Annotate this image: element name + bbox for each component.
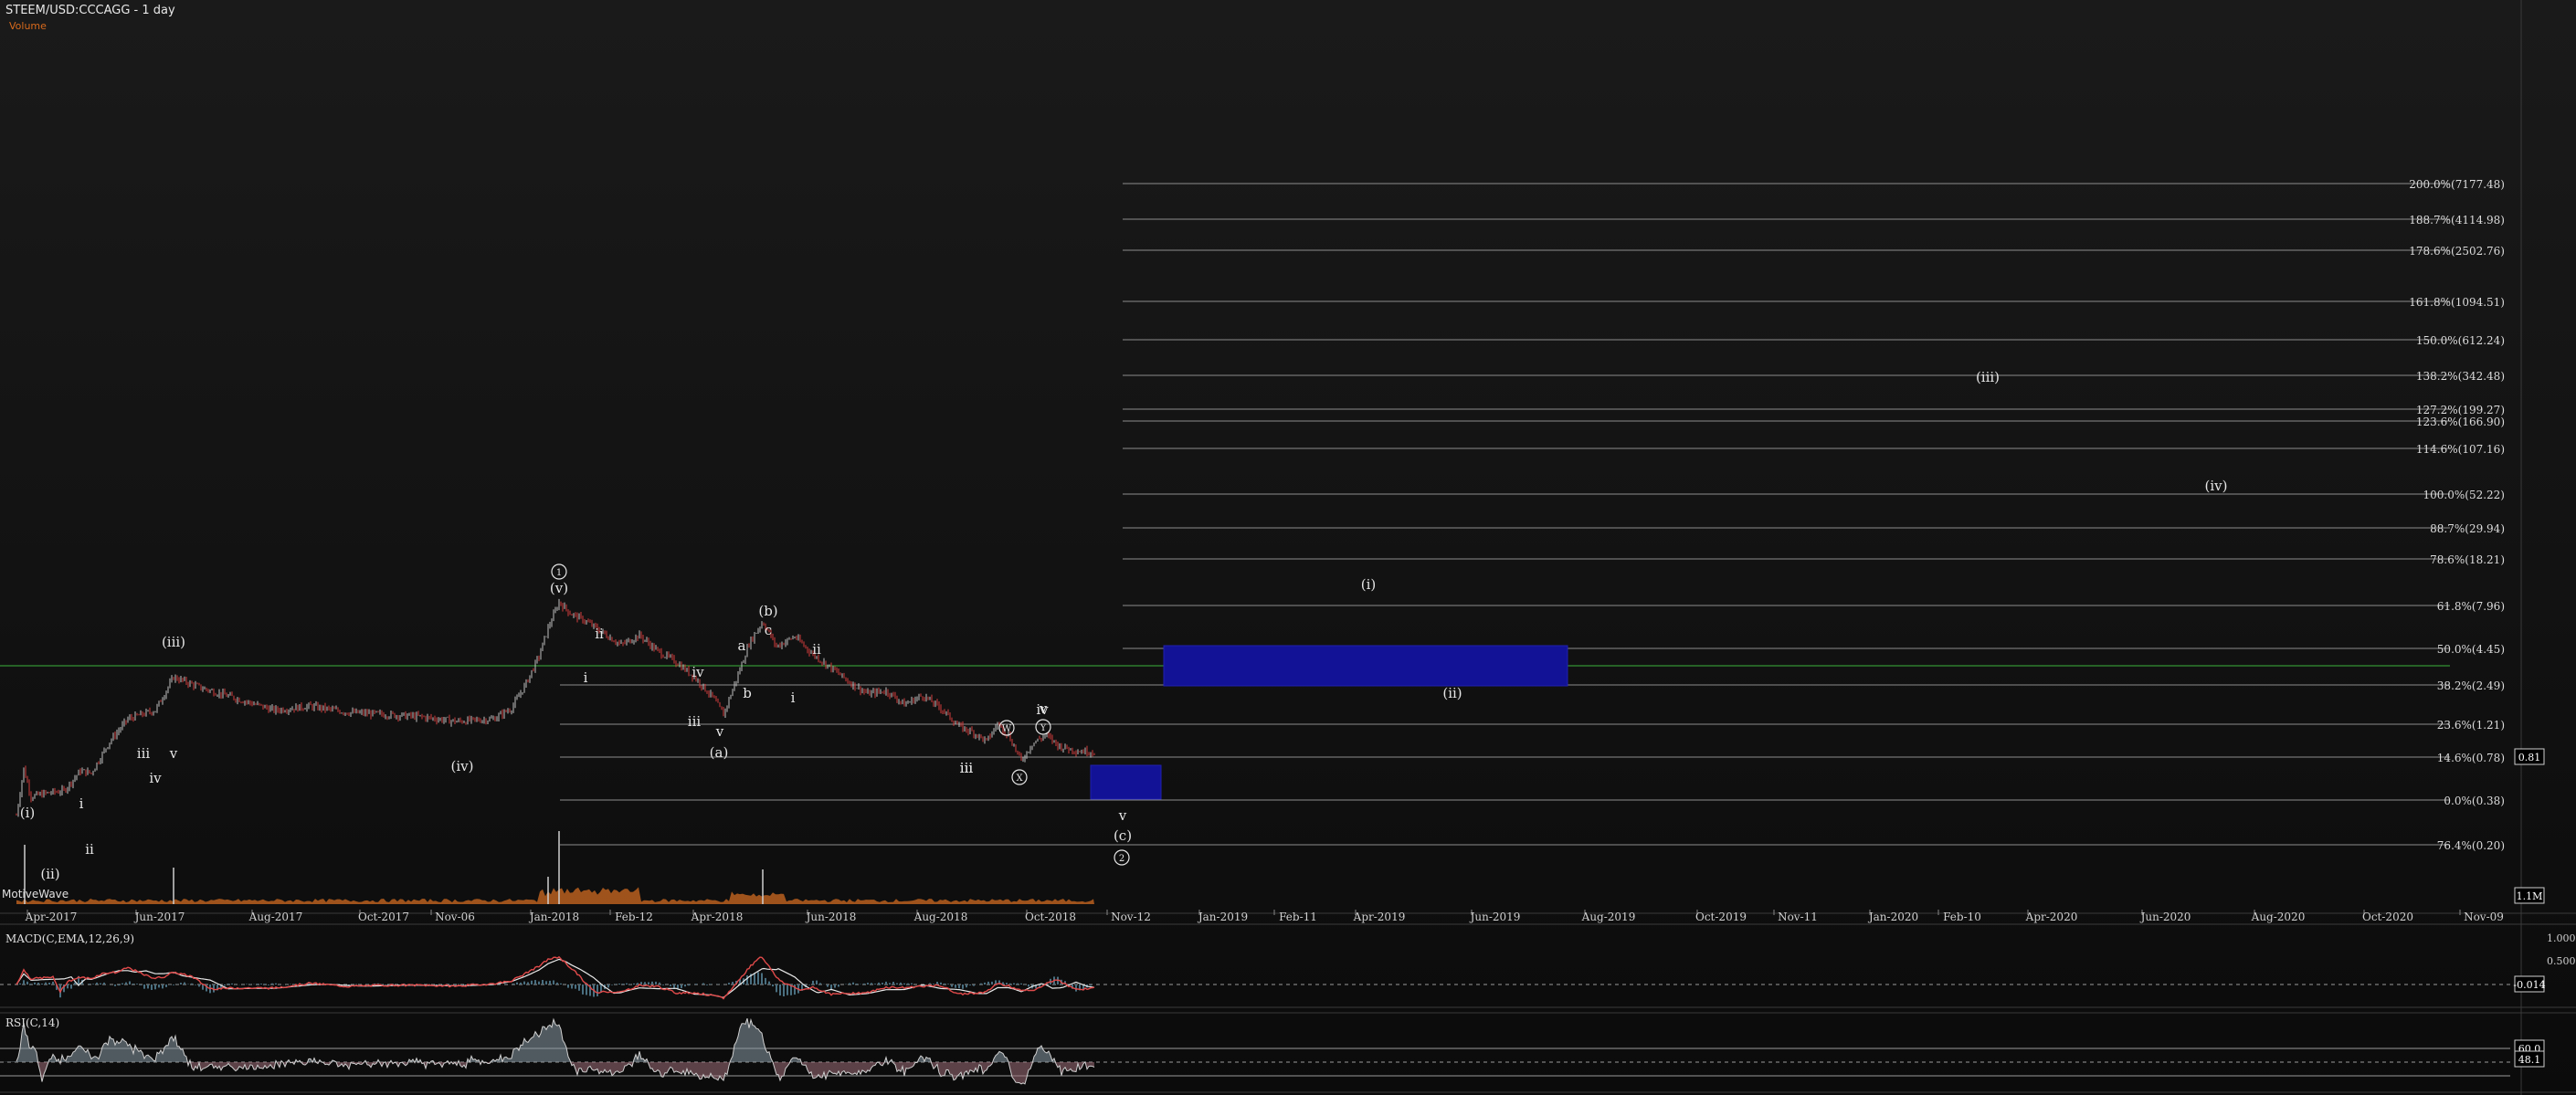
fib-level-label: 161.8%(1094.51) [2409, 296, 2505, 309]
wave-label: (ii) [1442, 685, 1462, 701]
time-axis-label: Feb-10 [1943, 911, 1981, 923]
fib-level-label: 100.0%(52.22) [2423, 489, 2505, 501]
last-price-tag: 0.81 [2518, 752, 2541, 763]
time-axis-label: Oct-2019 [1695, 911, 1747, 923]
fib-level-label: 138.2%(342.48) [2416, 370, 2505, 383]
wave-label: b [743, 685, 752, 701]
time-axis-label: Jun-2017 [133, 911, 185, 923]
wave-label: (i) [1361, 576, 1377, 593]
wave-label: (ii) [40, 866, 59, 882]
wave-label: iii [960, 760, 974, 776]
wave-label: v [1039, 700, 1048, 717]
fib-level-label: 38.2%(2.49) [2437, 679, 2505, 692]
wave-label: a [738, 637, 746, 654]
time-axis-label: Apr-2018 [691, 911, 744, 923]
macd-axis-label: 0.500 [2547, 955, 2576, 967]
target-zone-box [1090, 764, 1162, 800]
wave-label: (b) [758, 603, 777, 619]
time-axis-label: Jun-2019 [1469, 911, 1521, 923]
rsi-label: RSI(C,14) [5, 1016, 59, 1029]
circled-wave-label: 1 [556, 568, 562, 578]
wave-label: (i) [20, 805, 36, 821]
time-axis-label: Nov-09 [2464, 911, 2504, 923]
time-axis-label: Apr-2020 [2025, 911, 2078, 923]
price-chart[interactable]: 200.0%(7177.48) 188.7%(4114.98) 178.6%(250… [0, 0, 2576, 1095]
volume-tag: 1.1M [2517, 890, 2543, 902]
wave-label: (c) [1114, 827, 1132, 844]
circled-wave-label: W [1002, 724, 1012, 734]
wave-label: v [169, 745, 178, 762]
wave-label: v [1118, 807, 1127, 824]
fib-level-label: 150.0%(612.24) [2416, 334, 2505, 347]
wave-label: v [715, 723, 724, 740]
fib-level-label: 200.0%(7177.48) [2409, 178, 2505, 191]
fib-level-label: 23.6%(1.21) [2437, 719, 2505, 732]
rsi-overbought-fill [0, 1018, 1094, 1062]
fib-level-label: 50.0%(4.45) [2437, 643, 2505, 656]
time-axis-label: Jan-2018 [528, 911, 579, 923]
wave-label: ii [85, 841, 94, 858]
time-axis-label: Nov-11 [1778, 911, 1818, 923]
time-axis-label: Aug-2018 [913, 911, 968, 923]
macd-value-tag: -0.014 [2513, 979, 2545, 991]
circled-wave-label: 2 [1119, 854, 1124, 864]
time-axis-label: Jan-2019 [1197, 911, 1248, 923]
time-axis-label: Oct-2018 [1025, 911, 1076, 923]
wave-label: (iv) [451, 758, 474, 774]
time-axis-label: Nov-06 [435, 911, 475, 923]
time-axis-label: Feb-11 [1279, 911, 1317, 923]
wave-label: (iv) [2205, 478, 2228, 494]
time-axis-label: Jun-2020 [2139, 911, 2191, 923]
wave-label: ii [595, 626, 604, 642]
fib-level-label: 78.6%(18.21) [2430, 553, 2505, 566]
time-axis-label: Aug-2019 [1581, 911, 1636, 923]
fib-level-label: 0.0%(0.38) [2444, 795, 2505, 807]
wave-label: i [79, 795, 84, 812]
fib-level-label: 123.6%(166.90) [2416, 416, 2505, 428]
chart-window: STEEM/USD:CCCAGG - 1 day Volume MotiveWa… [0, 0, 2576, 1095]
rsi-oversold-fill [0, 1062, 1094, 1084]
fib-level-label: 76.4%(0.20) [2437, 839, 2505, 852]
time-axis-label: Jun-2018 [805, 911, 857, 923]
wave-label: (a) [710, 744, 729, 761]
time-axis-label: Oct-2017 [358, 911, 409, 923]
volume-area [16, 887, 1094, 904]
time-axis-label: Nov-12 [1111, 911, 1151, 923]
time-axis-label: Feb-12 [615, 911, 653, 923]
fib-level-label: 188.7%(4114.98) [2409, 214, 2505, 226]
macd-line [16, 955, 1095, 1000]
fib-level-label: 178.6%(2502.76) [2409, 245, 2505, 258]
wave-label: i [791, 690, 796, 706]
wave-label: (iii) [162, 634, 185, 650]
fib-level-label: 14.6%(0.78) [2437, 752, 2505, 764]
time-axis-label: Aug-2017 [248, 911, 303, 923]
wave-label: iii [688, 713, 702, 730]
wave-label: ii [812, 641, 821, 658]
time-axis-label: Oct-2020 [2362, 911, 2413, 923]
circled-wave-label: Y [1040, 723, 1047, 733]
time-axis-label: Jan-2020 [1867, 911, 1918, 923]
wave-label: c [765, 622, 772, 638]
fib-level-label: 88.7%(29.94) [2430, 522, 2505, 535]
circled-wave-label: X [1016, 774, 1023, 784]
wave-label: i [584, 669, 588, 686]
wave-label: iv [692, 664, 704, 680]
fib-level-label: 127.2%(199.27) [2416, 404, 2505, 416]
target-zone-box [1163, 645, 1568, 687]
fib-level-label: 61.8%(7.96) [2437, 600, 2505, 613]
time-axis-label: Apr-2017 [25, 911, 78, 923]
macd-signal-line [16, 958, 1095, 998]
macd-axis-label: 1.000 [2547, 932, 2576, 944]
wave-label: iv [149, 770, 162, 786]
wave-label: (iii) [1976, 369, 2000, 385]
wave-label: (v) [550, 580, 568, 596]
rsi-value-tag: 48.1 [2518, 1054, 2541, 1066]
macd-label: MACD(C,EMA,12,26,9) [5, 932, 134, 945]
time-axis-label: Aug-2020 [2251, 911, 2306, 923]
fib-level-label: 114.6%(107.16) [2416, 443, 2505, 456]
wave-label: iii [137, 745, 151, 762]
time-axis-label: Apr-2019 [1353, 911, 1406, 923]
